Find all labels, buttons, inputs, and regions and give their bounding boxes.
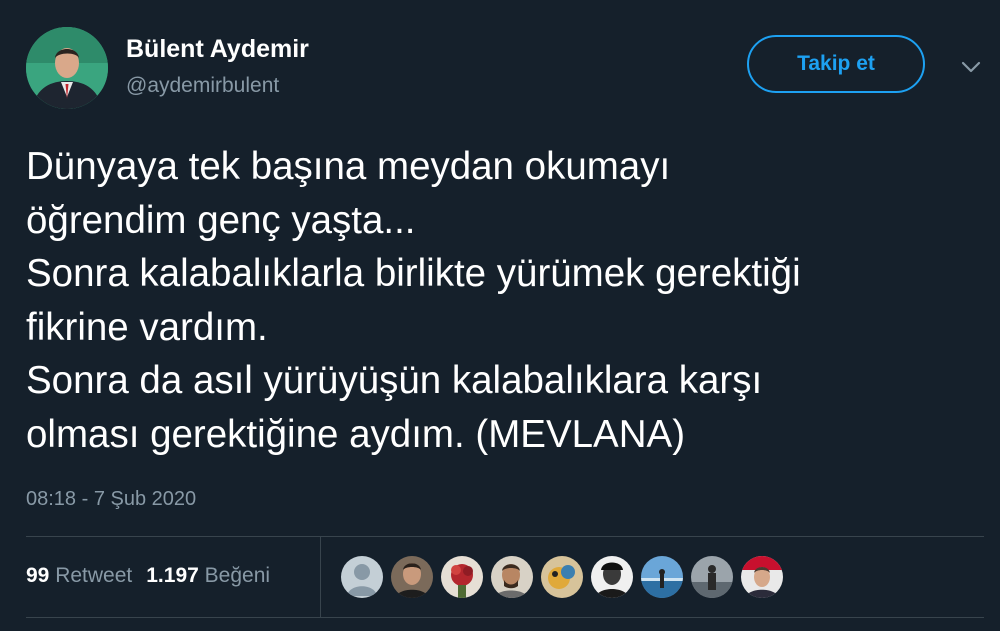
default-user-icon[interactable]	[341, 556, 383, 598]
tweet-text-line: Sonra da asıl yürüyüşün kalabalıklara ka…	[26, 359, 763, 402]
tweet-text-line: olması gerektiğine aydım. (MEVLANA)	[26, 412, 686, 456]
liker-avatar[interactable]	[641, 556, 683, 598]
liker-avatar[interactable]	[591, 556, 633, 598]
liker-avatar[interactable]	[741, 556, 783, 598]
liker-avatar[interactable]	[391, 556, 433, 598]
chevron-down-icon[interactable]	[958, 56, 984, 78]
liker-avatar[interactable]	[541, 556, 583, 598]
tweet-text-line: öğrendim genç yaşta...	[26, 198, 416, 242]
like-stat[interactable]: 1.197 Beğeni	[146, 564, 270, 587]
divider	[26, 536, 984, 537]
like-label: Beğeni	[204, 564, 271, 587]
retweet-label: Retweet	[55, 564, 133, 587]
author-handle[interactable]: @aydemirbulent	[126, 72, 279, 100]
stats-divider	[320, 536, 321, 617]
tweet-text: Dünyaya tek başına meydan okumayı öğrend…	[26, 140, 991, 461]
author-name[interactable]: Bülent Aydemir	[126, 34, 309, 64]
divider	[26, 617, 984, 618]
liker-avatar[interactable]	[491, 556, 533, 598]
liker-avatar[interactable]	[691, 556, 733, 598]
like-count: 1.197	[146, 564, 199, 587]
tweet-text-line: Dünyaya tek başına meydan okumayı	[26, 145, 671, 188]
tweet-card: Bülent Aydemir @aydemirbulent Takip et D…	[0, 0, 1000, 631]
tweet-text-line: Sonra kalabalıklarla birlikte yürümek ge…	[26, 252, 801, 295]
engagement-stats: 99 Retweet 1.197 Beğeni	[26, 562, 270, 590]
follow-button[interactable]: Takip et	[747, 35, 925, 93]
tweet-timestamp[interactable]: 08:18 - 7 Şub 2020	[26, 485, 196, 513]
liker-avatars	[341, 556, 791, 598]
author-avatar[interactable]	[26, 27, 108, 109]
retweet-stat[interactable]: 99 Retweet	[26, 564, 132, 587]
tweet-text-line: fikrine vardım.	[26, 305, 268, 349]
retweet-count: 99	[26, 564, 50, 587]
liker-avatar[interactable]	[441, 556, 483, 598]
